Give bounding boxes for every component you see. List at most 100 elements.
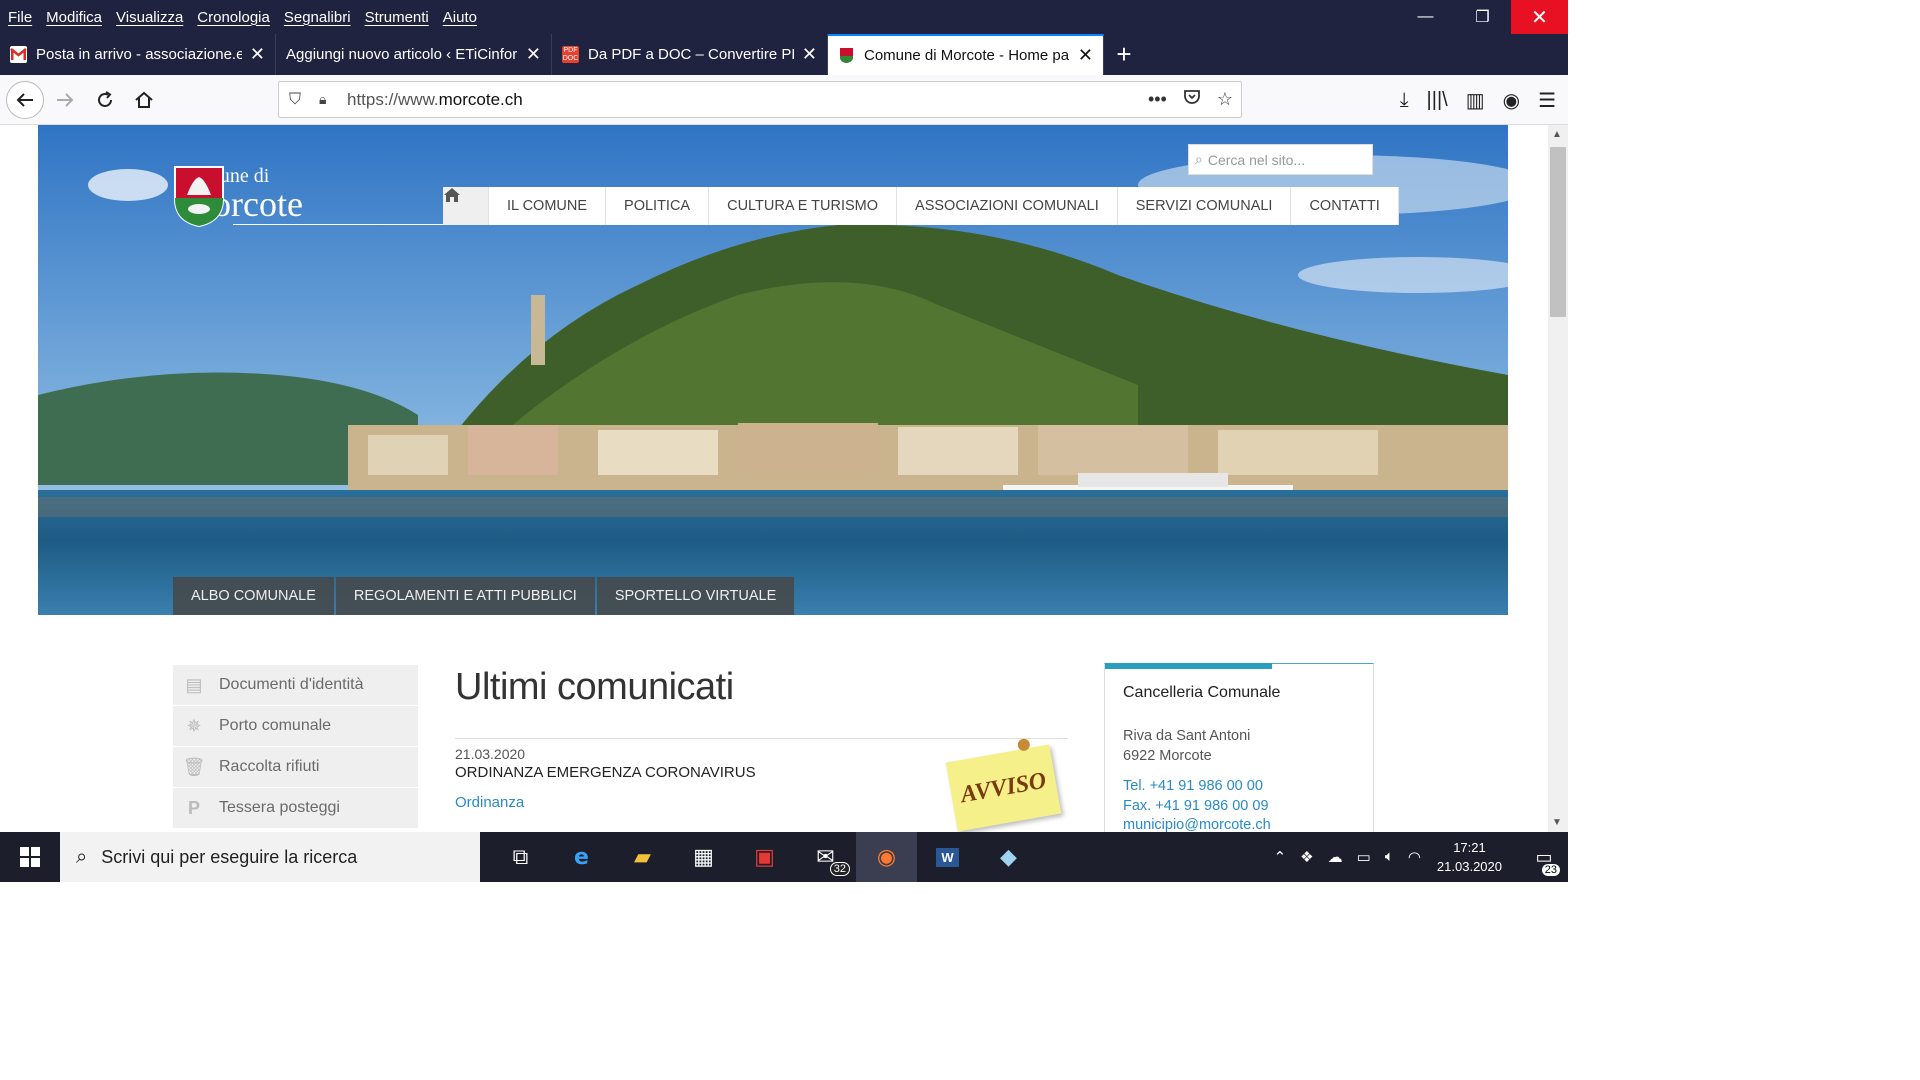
- notification-center-button[interactable]: ▭ 23: [1520, 832, 1568, 882]
- phone-link[interactable]: Tel. +41 91 986 00 00: [1123, 777, 1271, 797]
- library-icon[interactable]: |||\: [1427, 89, 1448, 112]
- nav-il-comune[interactable]: IL COMUNE: [489, 187, 607, 225]
- close-tab-icon[interactable]: ✕: [802, 44, 817, 65]
- windows-taskbar: ⌕ Scrivi qui per eseguire la ricerca ⧉ e…: [0, 832, 1568, 882]
- nav-servizi[interactable]: SERVIZI COMUNALI: [1118, 187, 1292, 225]
- minimize-button[interactable]: —: [1397, 0, 1454, 34]
- site-search-input[interactable]: ⌕ Cerca nel sito...: [1188, 144, 1373, 175]
- volume-icon[interactable]: 🔈︎: [1385, 848, 1394, 866]
- quick-link-sportello[interactable]: SPORTELLO VIRTUALE: [596, 577, 795, 615]
- url-text[interactable]: https://www.morcote.ch: [347, 90, 523, 110]
- file-explorer-button[interactable]: ▰: [612, 832, 673, 882]
- nav-politica[interactable]: POLITICA: [606, 187, 710, 225]
- menu-modifica[interactable]: Modifica: [39, 9, 109, 26]
- tab-bar: Posta in arrivo - associazione.et ✕ Aggi…: [0, 34, 1568, 75]
- home-nav-button[interactable]: [443, 187, 489, 225]
- sidebar-item-posteggi[interactable]: P Tessera posteggi: [173, 788, 418, 828]
- tab-pdf-doc[interactable]: PDF DOC Da PDF a DOC – Convertire PDF ✕: [552, 34, 828, 75]
- menu-file[interactable]: File: [0, 9, 39, 26]
- scroll-down-icon[interactable]: ▼: [1552, 817, 1562, 828]
- taskbar-search-input[interactable]: ⌕ Scrivi qui per eseguire la ricerca: [60, 832, 480, 882]
- menu-visualizza[interactable]: Visualizza: [109, 9, 190, 26]
- site-logo[interactable]: Comune di Morcote: [173, 165, 303, 228]
- close-tab-icon[interactable]: ✕: [1078, 45, 1093, 66]
- nav-cultura-turismo[interactable]: CULTURA E TURISMO: [709, 187, 898, 225]
- gift-icon: ▣: [754, 844, 775, 869]
- dropbox-icon[interactable]: ❖: [1300, 848, 1313, 866]
- close-tab-icon[interactable]: ✕: [526, 44, 541, 65]
- pocket-icon[interactable]: [1183, 88, 1201, 111]
- nav-associazioni[interactable]: ASSOCIAZIONI COMUNALI: [897, 187, 1118, 225]
- menu-cronologia[interactable]: Cronologia: [190, 9, 277, 26]
- tab-gmail[interactable]: Posta in arrivo - associazione.et ✕: [0, 34, 276, 75]
- back-button[interactable]: [6, 81, 44, 119]
- notepad-button[interactable]: ◆: [978, 832, 1039, 882]
- pdf-doc-icon: PDF DOC: [562, 46, 579, 63]
- onedrive-icon[interactable]: ☁: [1328, 848, 1343, 866]
- morcote-crest-icon: [174, 166, 224, 228]
- wifi-icon[interactable]: ◠: [1408, 848, 1421, 866]
- home-icon: [135, 91, 153, 108]
- sidebar-icon[interactable]: ▥: [1466, 88, 1485, 113]
- word-button[interactable]: W: [917, 832, 978, 882]
- menu-segnalibri[interactable]: Segnalibri: [277, 9, 358, 26]
- taskbar-search-placeholder: Scrivi qui per eseguire la ricerca: [101, 846, 358, 867]
- edge-button[interactable]: e: [551, 832, 612, 882]
- nav-contatti[interactable]: CONTATTI: [1291, 187, 1399, 225]
- section-heading: Ultimi comunicati: [455, 666, 734, 708]
- new-tab-button[interactable]: +: [1104, 34, 1144, 75]
- trash-icon: 🗑︎: [182, 756, 206, 777]
- contact-box: Cancelleria Comunale Riva da Sant Antoni…: [1104, 663, 1374, 832]
- hero-banner: Comune di Morcote ⌕ Cerca nel sito... IL…: [38, 125, 1508, 615]
- forward-button[interactable]: [46, 81, 84, 119]
- firefox-button[interactable]: ◉: [856, 832, 917, 882]
- quick-link-albo[interactable]: ALBO COMUNALE: [173, 577, 334, 615]
- hamburger-menu-icon[interactable]: ☰: [1538, 88, 1556, 113]
- search-placeholder: Cerca nel sito...: [1207, 151, 1306, 168]
- task-view-button[interactable]: ⧉: [490, 832, 551, 882]
- search-icon: ⌕: [76, 845, 88, 868]
- menu-aiuto[interactable]: Aiuto: [436, 9, 484, 26]
- sidebar-item-documenti[interactable]: ▤ Documenti d'identità: [173, 665, 418, 705]
- sidebar-item-rifiuti[interactable]: 🗑︎ Raccolta rifiuti: [173, 747, 418, 787]
- bookmark-star-icon[interactable]: ☆: [1217, 89, 1233, 110]
- tab-title: Aggiungi nuovo articolo ‹ ETiCinfor: [286, 46, 518, 63]
- home-icon: [444, 188, 460, 202]
- store-button[interactable]: ▦: [673, 832, 734, 882]
- clock[interactable]: 17:21 21.03.2020: [1437, 838, 1502, 876]
- sidebar-item-label: Raccolta rifiuti: [219, 758, 320, 775]
- home-button[interactable]: [125, 81, 163, 119]
- restore-button[interactable]: ❐: [1454, 0, 1511, 34]
- url-bar[interactable]: ⛉ 🔒︎ https://www.morcote.ch ••• ☆: [278, 81, 1242, 118]
- chevron-up-icon[interactable]: ⌃: [1274, 848, 1287, 866]
- battery-icon[interactable]: ▭: [1357, 848, 1371, 866]
- firefox-icon: ◉: [876, 844, 897, 869]
- account-icon[interactable]: ◉: [1503, 88, 1520, 113]
- close-window-button[interactable]: ✕: [1511, 0, 1568, 34]
- reload-button[interactable]: [86, 81, 124, 119]
- close-tab-icon[interactable]: ✕: [250, 44, 265, 65]
- page-scrollbar[interactable]: ▲ ▼: [1548, 125, 1568, 832]
- quick-link-regolamenti[interactable]: REGOLAMENTI E ATTI PUBBLICI: [335, 577, 595, 615]
- search-icon: ⌕: [1195, 151, 1203, 167]
- notepad-icon: ◆: [1000, 844, 1017, 869]
- gift-app-button[interactable]: ▣: [734, 832, 795, 882]
- tab-wordpress[interactable]: Aggiungi nuovo articolo ‹ ETiCinfor ✕: [276, 34, 552, 75]
- mail-button[interactable]: ✉ 32: [795, 832, 856, 882]
- sidebar-item-porto[interactable]: ✵ Porto comunale: [173, 706, 418, 746]
- tab-title: Comune di Morcote - Home pa: [864, 47, 1070, 64]
- address-line-2: 6922 Morcote: [1123, 748, 1212, 764]
- gmail-icon: [10, 46, 27, 63]
- menu-strumenti[interactable]: Strumenti: [358, 9, 436, 26]
- tracking-shield-icon[interactable]: ⛉: [289, 91, 309, 109]
- lock-icon[interactable]: 🔒︎: [319, 91, 337, 108]
- task-view-icon: ⧉: [512, 844, 529, 869]
- download-icon[interactable]: ⤓: [1400, 89, 1409, 112]
- contact-address: Riva da Sant Antoni 6922 Morcote: [1123, 726, 1250, 766]
- page-actions-icon[interactable]: •••: [1148, 89, 1167, 110]
- scrollbar-thumb[interactable]: [1550, 147, 1566, 317]
- tab-morcote[interactable]: Comune di Morcote - Home pa ✕: [828, 34, 1104, 75]
- start-button[interactable]: [0, 832, 60, 882]
- email-link[interactable]: municipio@morcote.ch: [1123, 816, 1271, 832]
- scroll-up-icon[interactable]: ▲: [1552, 129, 1562, 140]
